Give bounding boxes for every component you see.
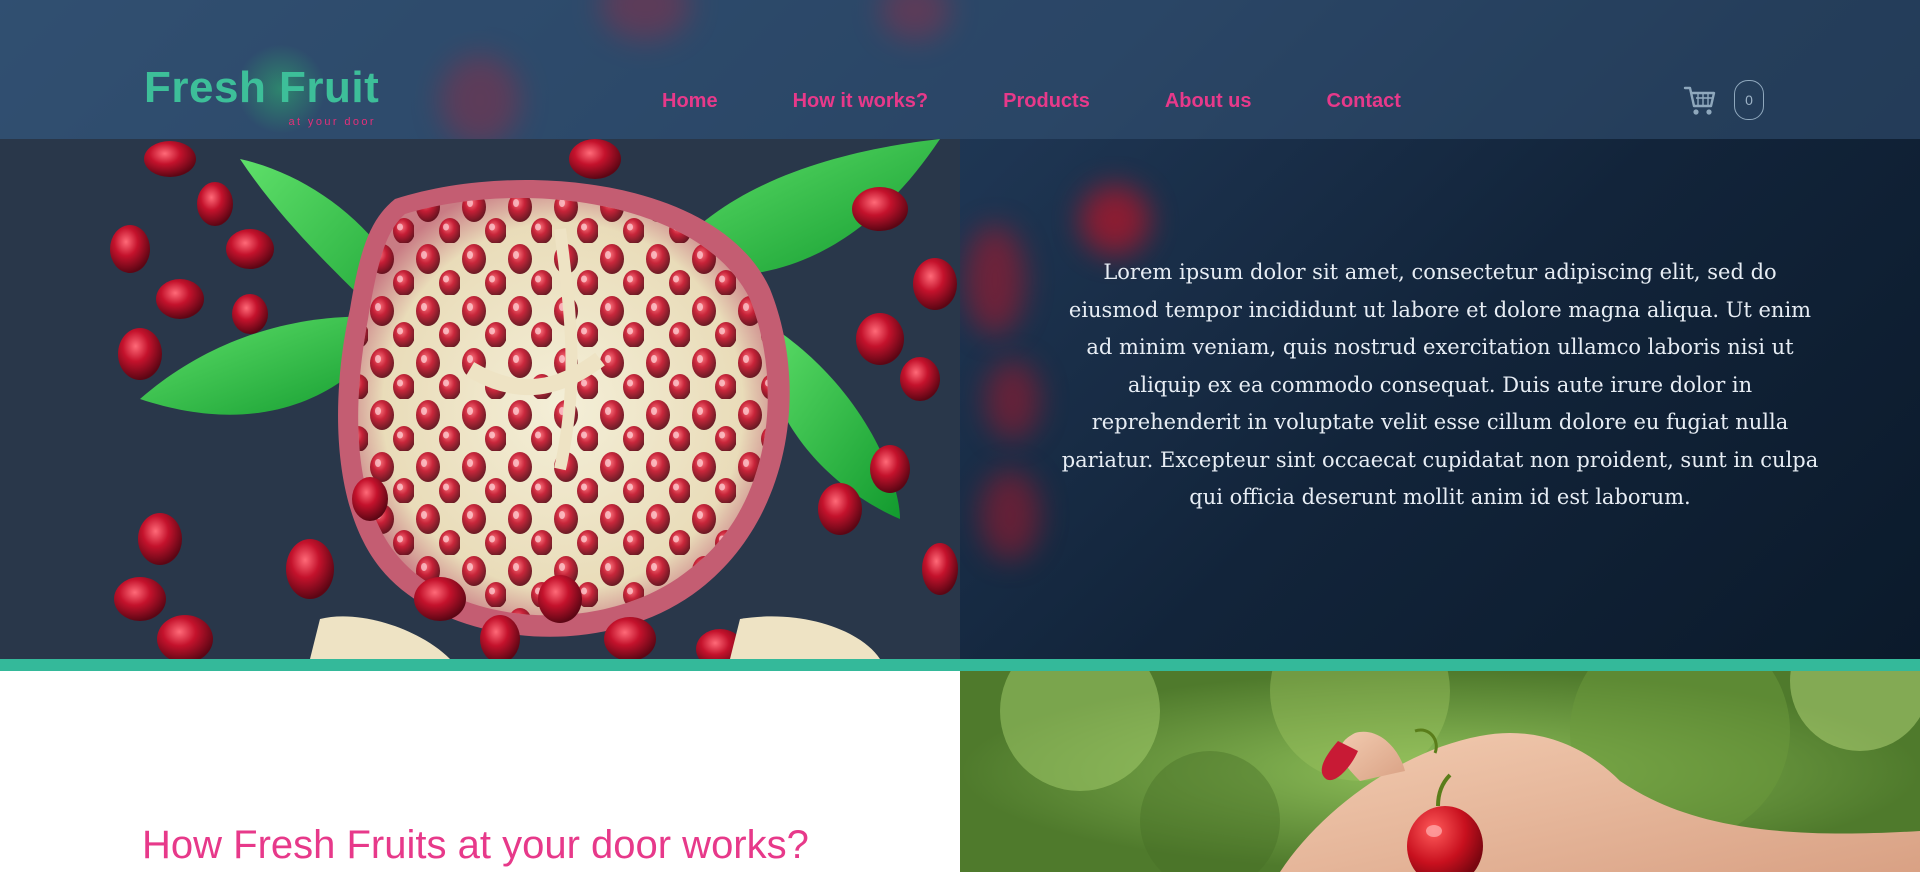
nav-item-about-us[interactable]: About us [1165,90,1252,113]
site-logo[interactable]: Fresh Fruit at your door [144,44,380,134]
pomegranate-illustration [0,139,960,659]
how-it-works-section: How Fresh Fruits at your door works? [0,671,1920,872]
logo-title: Fresh Fruit [144,63,380,112]
main-nav: Home How it works? Products About us Con… [662,86,1401,116]
page: Lorem ipsum dolor sit amet, consectetur … [0,0,1920,872]
hand-holding-cherry-photo [960,671,1920,872]
site-header: Fresh Fruit at your door Home How it wor… [0,0,1920,139]
nav-item-contact[interactable]: Contact [1327,90,1401,113]
nav-item-home[interactable]: Home [662,90,718,113]
pomegranate-photo [0,139,960,659]
hand-cherry-illustration [960,671,1920,872]
cart-count-badge[interactable]: 0 [1734,80,1764,120]
nav-item-how-it-works[interactable]: How it works? [793,90,929,113]
accent-divider [0,659,1920,671]
shopping-cart-icon[interactable] [1683,82,1717,118]
hero-text-panel: Lorem ipsum dolor sit amet, consectetur … [960,139,1920,659]
nav-item-products[interactable]: Products [1003,90,1090,113]
shopping-cart-glyph [1683,86,1716,115]
hero-section: Lorem ipsum dolor sit amet, consectetur … [0,0,1920,659]
how-it-works-title: How Fresh Fruits at your door works? [142,823,809,867]
hero-paragraph: Lorem ipsum dolor sit amet, consectetur … [1061,260,1819,509]
logo-tagline: at your door [288,116,376,128]
